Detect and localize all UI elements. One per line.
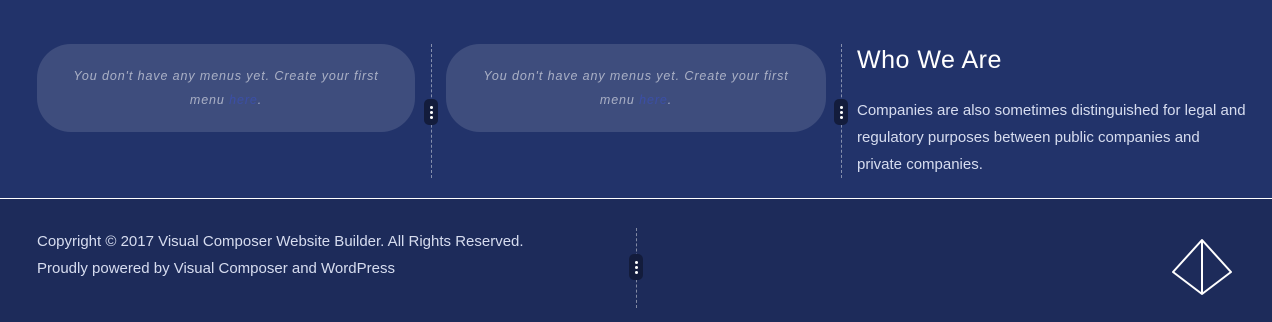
- powered-by-text: Proudly powered by Visual Composer and W…: [37, 260, 395, 277]
- vertical-dots-icon[interactable]: [424, 99, 438, 125]
- vertical-dots-icon[interactable]: [834, 99, 848, 125]
- menu-placeholder-text: You don't have any menus yet. Create you…: [472, 64, 800, 112]
- menu-placeholder-1: You don't have any menus yet. Create you…: [37, 44, 415, 132]
- copyright-text: Copyright © 2017 Visual Composer Website…: [37, 233, 524, 250]
- vertical-dots-icon[interactable]: [629, 254, 643, 280]
- create-menu-link[interactable]: here: [229, 93, 258, 107]
- menu-placeholder-2: You don't have any menus yet. Create you…: [446, 44, 826, 132]
- who-we-are-text: Companies are also sometimes distinguish…: [857, 102, 1246, 173]
- menu-placeholder-message: You don't have any menus yet. Create you…: [483, 69, 789, 107]
- copyright-block: Copyright © 2017 Visual Composer Website…: [37, 228, 524, 282]
- menu-placeholder-message: You don't have any menus yet. Create you…: [73, 69, 379, 107]
- menu-placeholder-suffix: .: [257, 93, 263, 107]
- menu-placeholder-text: You don't have any menus yet. Create you…: [63, 64, 389, 112]
- create-menu-link[interactable]: here: [639, 93, 668, 107]
- diamond-logo-icon[interactable]: [1170, 238, 1234, 296]
- row-divider: [0, 198, 1272, 199]
- menu-placeholder-suffix: .: [667, 93, 673, 107]
- who-we-are-title: Who We Are: [857, 46, 1002, 74]
